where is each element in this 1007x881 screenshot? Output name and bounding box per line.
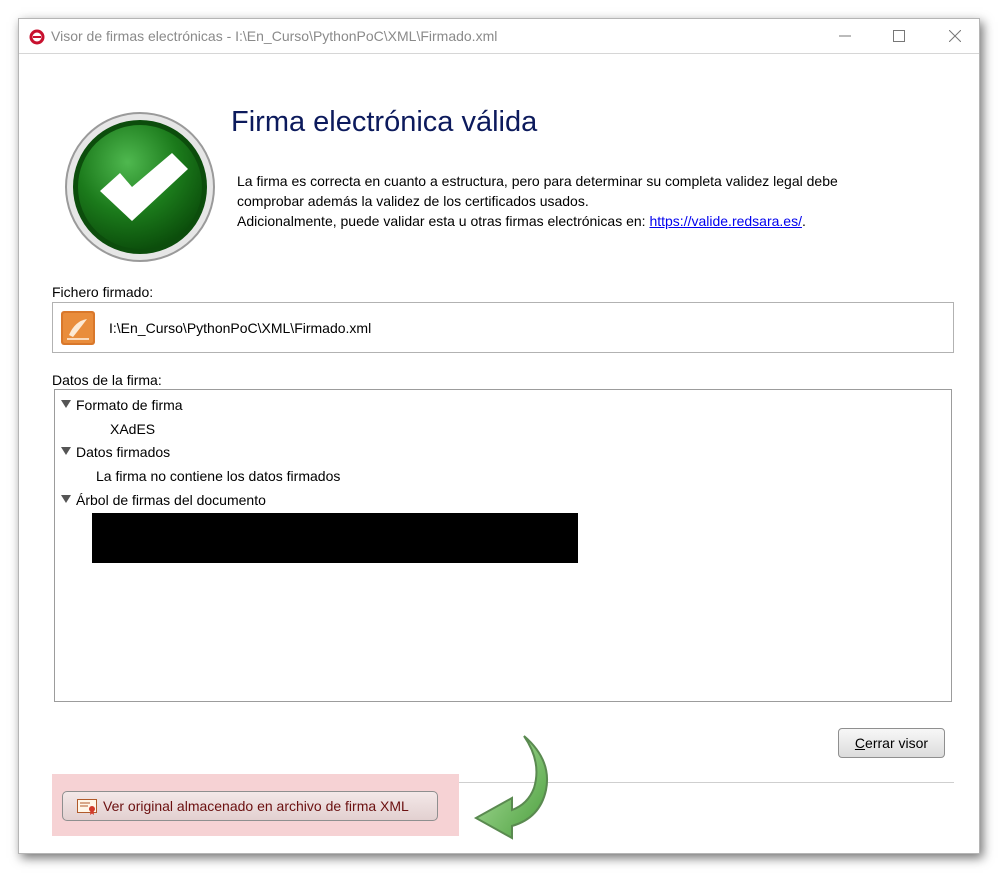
signed-file-box: I:\En_Curso\PythonPoC\XML\Firmado.xml (52, 302, 954, 353)
close-label: errar visor (865, 735, 929, 751)
window-title: Visor de firmas electrónicas - I:\En_Cur… (51, 28, 498, 44)
status-heading: Firma electrónica válida (231, 106, 538, 138)
close-window-button[interactable] (933, 19, 979, 53)
view-original-button[interactable]: Ver original almacenado en archivo de fi… (62, 791, 438, 821)
minimize-button[interactable] (823, 19, 869, 53)
green-curved-arrow-icon (473, 735, 548, 840)
expand-triangle-icon[interactable] (61, 447, 71, 455)
close-viewer-button[interactable]: Cerrar visor (838, 728, 945, 758)
tree-leaf-signed-data-value[interactable]: La firma no contiene los datos firmados (96, 468, 340, 484)
app-logo-icon (29, 29, 45, 45)
minimize-icon (839, 35, 851, 37)
description-line: La firma es correcta en cuanto a estruct… (237, 173, 838, 189)
description-line: Adicionalmente, puede validar esta u otr… (237, 211, 917, 231)
signature-data-tree[interactable]: Formato de firma XAdES Datos firmados La… (54, 389, 952, 702)
description-text: Adicionalmente, puede validar esta u otr… (237, 213, 650, 229)
tree-leaf-format-value[interactable]: XAdES (110, 421, 155, 437)
maximize-icon (893, 30, 905, 42)
xml-file-icon (61, 311, 95, 345)
certificate-icon (77, 799, 97, 815)
tree-node-format[interactable]: Formato de firma (76, 397, 183, 413)
description-period: . (801, 213, 806, 229)
close-accelerator: C (854, 735, 866, 751)
maximize-button[interactable] (877, 19, 923, 53)
signature-data-label: Datos de la firma: (52, 372, 162, 388)
redacted-signer-block (92, 513, 578, 563)
expand-triangle-icon[interactable] (61, 495, 71, 503)
status-description: La firma es correcta en cuanto a estruct… (237, 171, 917, 231)
expand-triangle-icon[interactable] (61, 400, 71, 408)
signed-file-path: I:\En_Curso\PythonPoC\XML\Firmado.xml (109, 320, 372, 336)
view-original-label: Ver original almacenado en archivo de fi… (103, 798, 409, 814)
signature-viewer-window: Visor de firmas electrónicas - I:\En_Cur… (18, 18, 980, 854)
close-icon (949, 30, 961, 42)
valide-link[interactable]: https://valide.redsara.es/ (649, 213, 802, 229)
tree-node-signature-tree[interactable]: Árbol de firmas del documento (76, 492, 266, 508)
check-circle-icon (65, 112, 215, 262)
signed-file-label: Fichero firmado: (52, 284, 154, 300)
description-line: comprobar además la validez de los certi… (237, 193, 589, 209)
title-bar: Visor de firmas electrónicas - I:\En_Cur… (19, 19, 979, 54)
tree-node-signed-data[interactable]: Datos firmados (76, 444, 170, 460)
